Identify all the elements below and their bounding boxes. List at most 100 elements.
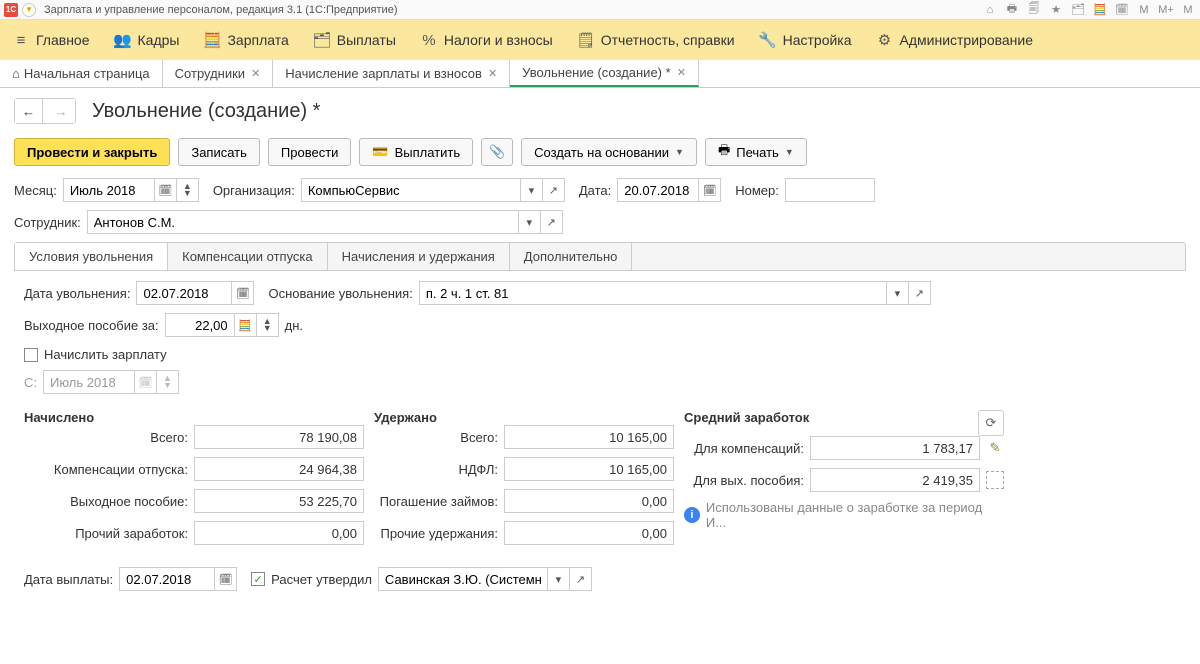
withheld-loans-value: 0,00 bbox=[504, 489, 674, 513]
button-label: Печать bbox=[736, 145, 779, 160]
open-icon[interactable]: ↗ bbox=[909, 281, 931, 305]
month-field[interactable]: 🗓▲▼ bbox=[63, 178, 199, 202]
calendar-icon[interactable]: 🗓 bbox=[699, 178, 721, 202]
titlebar-tools: ⌂ 🖶 🗐 ★ 🗂 🧮 🗓 M M+ M bbox=[982, 2, 1196, 18]
employee-label: Сотрудник: bbox=[14, 215, 81, 230]
avg-comp-label: Для компенсаций: bbox=[694, 441, 804, 456]
calc-icon[interactable]: 🧮 bbox=[1092, 2, 1108, 18]
tab-home[interactable]: ⌂Начальная страница bbox=[0, 60, 163, 87]
accrued-severance-value: 53 225,70 bbox=[194, 489, 364, 513]
dismissal-date-field[interactable]: 🗓 bbox=[136, 281, 254, 305]
memory-m[interactable]: M bbox=[1136, 2, 1152, 18]
menu-taxes[interactable]: %Налоги и взносы bbox=[420, 31, 553, 49]
accrued-total-value: 78 190,08 bbox=[194, 425, 364, 449]
paydate-label: Дата выплаты: bbox=[24, 572, 113, 587]
employee-input[interactable] bbox=[87, 210, 519, 234]
withheld-ndfl-value: 10 165,00 bbox=[504, 457, 674, 481]
calendar-icon[interactable]: 🗓 bbox=[1114, 2, 1130, 18]
withheld-other-label: Прочие удержания: bbox=[380, 526, 498, 541]
withheld-total-value: 10 165,00 bbox=[504, 425, 674, 449]
chevron-down-icon[interactable]: ▾ bbox=[521, 178, 543, 202]
calc-icon[interactable]: 🧮 bbox=[235, 313, 257, 337]
chevron-down-icon[interactable]: ▾ bbox=[519, 210, 541, 234]
number-field[interactable] bbox=[785, 178, 875, 202]
calendar-icon[interactable]: 🗓 bbox=[215, 567, 237, 591]
subtab-compensation[interactable]: Компенсации отпуска bbox=[168, 243, 328, 270]
paydate-field[interactable]: 🗓 bbox=[119, 567, 237, 591]
tab-employees[interactable]: Сотрудники✕ bbox=[163, 60, 274, 87]
open-tabs: ⌂Начальная страница Сотрудники✕ Начислен… bbox=[0, 60, 1200, 88]
chevron-down-icon[interactable]: ▾ bbox=[887, 281, 909, 305]
approved-checkbox[interactable]: ✓ bbox=[251, 572, 265, 586]
tool-icon[interactable]: ⌂ bbox=[982, 2, 998, 18]
save-button[interactable]: Записать bbox=[178, 138, 260, 166]
tab-payroll[interactable]: Начисление зарплаты и взносов✕ bbox=[273, 60, 510, 87]
post-button[interactable]: Провести bbox=[268, 138, 352, 166]
memory-m2[interactable]: M bbox=[1180, 2, 1196, 18]
menu-admin[interactable]: ⚙Администрирование bbox=[876, 31, 1034, 49]
people-icon: 👥 bbox=[114, 31, 132, 49]
nav-back-button[interactable]: ← bbox=[15, 99, 43, 123]
dropdown-icon[interactable]: ▾ bbox=[22, 3, 36, 17]
accrued-header: Начислено bbox=[24, 410, 364, 425]
basis-input[interactable] bbox=[419, 281, 887, 305]
open-icon[interactable]: ↗ bbox=[570, 567, 592, 591]
menu-salary[interactable]: 🧮Зарплата bbox=[203, 31, 288, 49]
info-icon: i bbox=[684, 507, 700, 523]
number-input[interactable] bbox=[785, 178, 875, 202]
tool-icon[interactable]: 🗂 bbox=[1070, 2, 1086, 18]
calendar-icon[interactable]: 🗓 bbox=[232, 281, 254, 305]
withheld-ndfl-label: НДФЛ: bbox=[458, 462, 498, 477]
chevron-down-icon: ▼ bbox=[785, 147, 794, 157]
severance-days-input[interactable] bbox=[165, 313, 235, 337]
dismissal-date-label: Дата увольнения: bbox=[24, 286, 130, 301]
menu-hr[interactable]: 👥 Кадры bbox=[114, 31, 180, 49]
severance-days-field[interactable]: 🧮▲▼ bbox=[165, 313, 279, 337]
spinner-icon[interactable]: ▲▼ bbox=[257, 313, 279, 337]
paydate-input[interactable] bbox=[119, 567, 215, 591]
approved-label: Расчет утвердил bbox=[271, 572, 372, 587]
attach-button[interactable]: 📎 bbox=[481, 138, 513, 166]
menu-settings[interactable]: 🔧Настройка bbox=[759, 31, 852, 49]
open-icon[interactable]: ↗ bbox=[543, 178, 565, 202]
subtab-accruals[interactable]: Начисления и удержания bbox=[328, 243, 510, 270]
close-icon[interactable]: ✕ bbox=[251, 67, 260, 80]
post-and-close-button[interactable]: Провести и закрыть bbox=[14, 138, 170, 166]
date-input[interactable] bbox=[617, 178, 699, 202]
print-button[interactable]: 🖶Печать▼ bbox=[705, 138, 807, 166]
tab-dismissal[interactable]: Увольнение (создание) *✕ bbox=[510, 60, 699, 87]
subtab-conditions[interactable]: Условия увольнения bbox=[15, 243, 168, 270]
open-icon[interactable]: ↗ bbox=[541, 210, 563, 234]
org-input[interactable] bbox=[301, 178, 521, 202]
menu-reports[interactable]: 🗒Отчетность, справки bbox=[577, 31, 735, 49]
dismissal-date-input[interactable] bbox=[136, 281, 232, 305]
spinner-icon[interactable]: ▲▼ bbox=[177, 178, 199, 202]
approver-input[interactable] bbox=[378, 567, 548, 591]
employee-field[interactable]: ▾↗ bbox=[87, 210, 563, 234]
chevron-down-icon[interactable]: ▾ bbox=[548, 567, 570, 591]
date-field[interactable]: 🗓 bbox=[617, 178, 721, 202]
memory-mplus[interactable]: M+ bbox=[1158, 2, 1174, 18]
org-field[interactable]: ▾↗ bbox=[301, 178, 565, 202]
accrue-salary-checkbox[interactable] bbox=[24, 348, 38, 362]
menu-payments[interactable]: 🗂Выплаты bbox=[313, 31, 396, 49]
approver-field[interactable]: ▾↗ bbox=[378, 567, 592, 591]
refresh-button[interactable]: ⟳ bbox=[978, 410, 1004, 436]
menu-label: Кадры bbox=[138, 32, 180, 48]
percent-icon: % bbox=[420, 31, 438, 49]
basis-field[interactable]: ▾↗ bbox=[419, 281, 931, 305]
subtab-additional[interactable]: Дополнительно bbox=[510, 243, 633, 270]
month-input[interactable] bbox=[63, 178, 155, 202]
tool-icon[interactable]: 🗐 bbox=[1026, 2, 1042, 18]
calendar-icon[interactable]: 🗓 bbox=[155, 178, 177, 202]
print-icon[interactable]: 🖶 bbox=[1004, 2, 1020, 18]
pay-button[interactable]: 💳Выплатить bbox=[359, 138, 473, 166]
menu-main[interactable]: ≡Главное bbox=[12, 31, 90, 49]
close-icon[interactable]: ✕ bbox=[677, 66, 686, 79]
nav-forward-button[interactable]: → bbox=[47, 99, 75, 123]
placeholder-box[interactable] bbox=[986, 471, 1004, 489]
edit-icon[interactable]: ✎ bbox=[986, 440, 1004, 456]
close-icon[interactable]: ✕ bbox=[488, 67, 497, 80]
create-on-basis-button[interactable]: Создать на основании▼ bbox=[521, 138, 697, 166]
favorite-icon[interactable]: ★ bbox=[1048, 2, 1064, 18]
